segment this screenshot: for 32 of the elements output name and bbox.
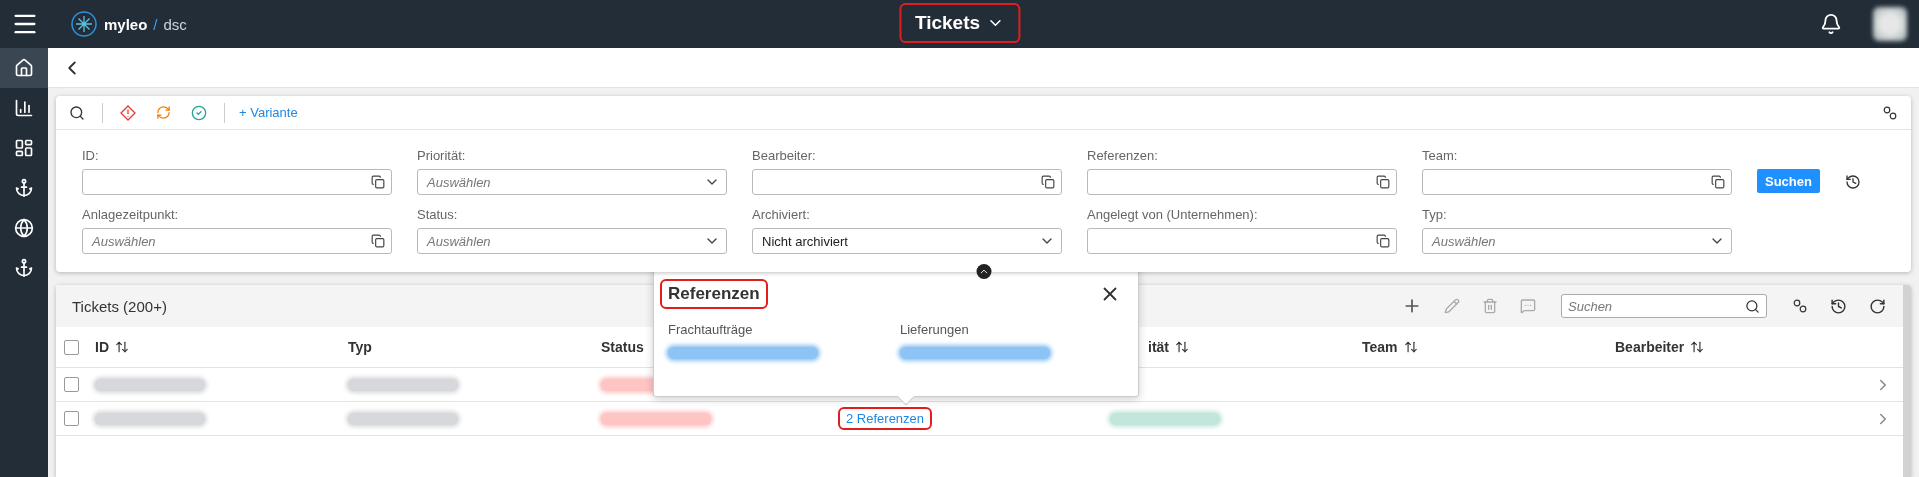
field-label: Anlagezeitpunkt: (82, 207, 180, 222)
brand-separator: / (153, 15, 158, 33)
select-field[interactable]: Auswählen (417, 228, 727, 254)
select-field[interactable]: Auswählen (1422, 228, 1732, 254)
product-name: dsc (163, 15, 187, 33)
add-variant-link[interactable]: + Variante (239, 105, 298, 120)
field-label: Status: (417, 207, 459, 222)
column-header[interactable]: ität (1148, 339, 1362, 355)
section-label: Lieferungen (900, 322, 970, 337)
references-link[interactable]: 2 Referenzen (840, 409, 931, 428)
column-header[interactable]: Team (1362, 339, 1615, 355)
table-search-field[interactable]: Suchen (1561, 294, 1767, 318)
section-label: Frachtaufträge (668, 322, 754, 337)
table-title: Tickets (200+) (72, 297, 167, 315)
field-label: Angelegt von (Unternehmen): (1087, 207, 1259, 222)
brand-name: myleo (104, 15, 148, 33)
field-label: ID: (82, 148, 100, 163)
field-label: Typ: (1422, 207, 1448, 222)
field-label: Referenzen: (1087, 148, 1159, 163)
select-field[interactable]: Nicht archiviert (752, 228, 1062, 254)
field-label: Priorität: (417, 148, 467, 163)
select-field[interactable]: Auswählen (417, 169, 727, 195)
page-title-dropdown[interactable]: Tickets (900, 5, 1019, 41)
input-field[interactable]: Auswählen (82, 228, 392, 254)
column-header[interactable]: ID (95, 339, 348, 355)
field-label: Team: (1422, 148, 1459, 163)
popover-title: Referenzen (662, 281, 766, 307)
column-header[interactable]: Bearbeiter (1615, 339, 1863, 355)
field-label: Archiviert: (752, 207, 811, 222)
column-header[interactable]: Typ (348, 339, 601, 355)
field-label: Bearbeiter: (752, 148, 817, 163)
search-submit-button[interactable]: Suchen (1757, 169, 1820, 193)
